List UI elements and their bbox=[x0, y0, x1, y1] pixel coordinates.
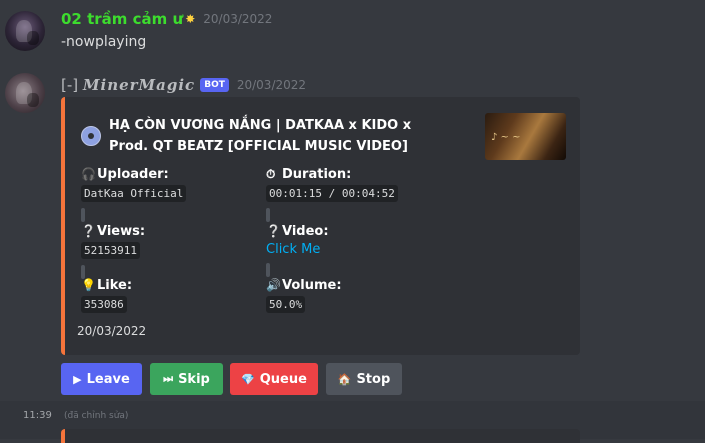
views-value: 52153911 bbox=[81, 242, 140, 259]
field-divider bbox=[81, 208, 85, 222]
field-divider bbox=[266, 263, 270, 277]
message-timestamp: 20/03/2022 bbox=[203, 12, 273, 26]
field-divider bbox=[266, 208, 270, 222]
edited-label: (đã chỉnh sửa) bbox=[64, 411, 129, 421]
message-header: [-] MinerMagic BOT 20/03/2022 bbox=[61, 76, 306, 94]
field-uploader: 🎧Uploader: DatKaa Official bbox=[81, 167, 187, 222]
video-thumbnail[interactable]: ♪ ~ ~ bbox=[485, 113, 566, 160]
question-icon: ❔ bbox=[266, 224, 281, 238]
field-divider bbox=[81, 265, 85, 279]
message-content: -nowplaying bbox=[61, 34, 147, 50]
play-icon: ▶ bbox=[73, 372, 82, 386]
field-like: 💡Like: 353086 bbox=[81, 278, 133, 313]
bot-tag: BOT bbox=[200, 78, 229, 92]
queue-button[interactable]: 💎 Queue bbox=[230, 363, 318, 395]
bot-avatar[interactable] bbox=[5, 73, 45, 113]
field-video: ❔Video: Click Me bbox=[266, 224, 329, 277]
stop-button[interactable]: 🏠 Stop bbox=[326, 363, 402, 395]
message-header: 02 trầm cảm ư ✸ 20/03/2022 bbox=[61, 10, 272, 28]
bot-username[interactable]: [-] MinerMagic bbox=[61, 76, 195, 94]
user-avatar[interactable] bbox=[5, 11, 45, 51]
headphones-icon: 🎧 bbox=[81, 167, 96, 181]
next-embed bbox=[61, 429, 580, 443]
message-time: 11:39 bbox=[23, 410, 52, 421]
embed-footer: 20/03/2022 bbox=[77, 324, 147, 338]
now-playing-embed: HẠ CÒN VƯƠNG NẮNG | DATKAA x KIDO x Prod… bbox=[61, 97, 580, 355]
video-link[interactable]: Click Me bbox=[266, 242, 329, 257]
field-volume: 🔊Volume: 50.0% bbox=[266, 278, 342, 313]
disc-icon bbox=[81, 126, 101, 146]
question-icon: ❔ bbox=[81, 224, 96, 238]
speaker-icon: 🔊 bbox=[266, 278, 281, 292]
stopwatch-icon: ⏱ bbox=[266, 167, 276, 181]
like-value: 353086 bbox=[81, 296, 127, 313]
field-views: ❔Views: 52153911 bbox=[81, 224, 145, 279]
field-duration: ⏱ Duration: 00:01:15 / 00:04:52 bbox=[266, 167, 398, 222]
embed-title: HẠ CÒN VƯƠNG NẮNG | DATKAA x KIDO x Prod… bbox=[109, 118, 412, 154]
skip-icon: ⏭ bbox=[163, 372, 174, 385]
duration-value: 00:01:15 / 00:04:52 bbox=[266, 185, 398, 202]
lightbulb-icon: 💡 bbox=[81, 278, 96, 292]
message-timestamp: 20/03/2022 bbox=[236, 78, 307, 92]
home-icon: 🏠 bbox=[337, 372, 352, 386]
sparkle-icon: ✸ bbox=[185, 12, 196, 26]
volume-value: 50.0% bbox=[266, 296, 306, 313]
leave-button[interactable]: ▶ Leave bbox=[61, 363, 142, 395]
username[interactable]: 02 trầm cảm ư bbox=[61, 10, 183, 28]
gem-icon: 💎 bbox=[241, 372, 255, 386]
uploader-value: DatKaa Official bbox=[81, 185, 187, 202]
skip-button[interactable]: ⏭ Skip bbox=[150, 363, 223, 395]
